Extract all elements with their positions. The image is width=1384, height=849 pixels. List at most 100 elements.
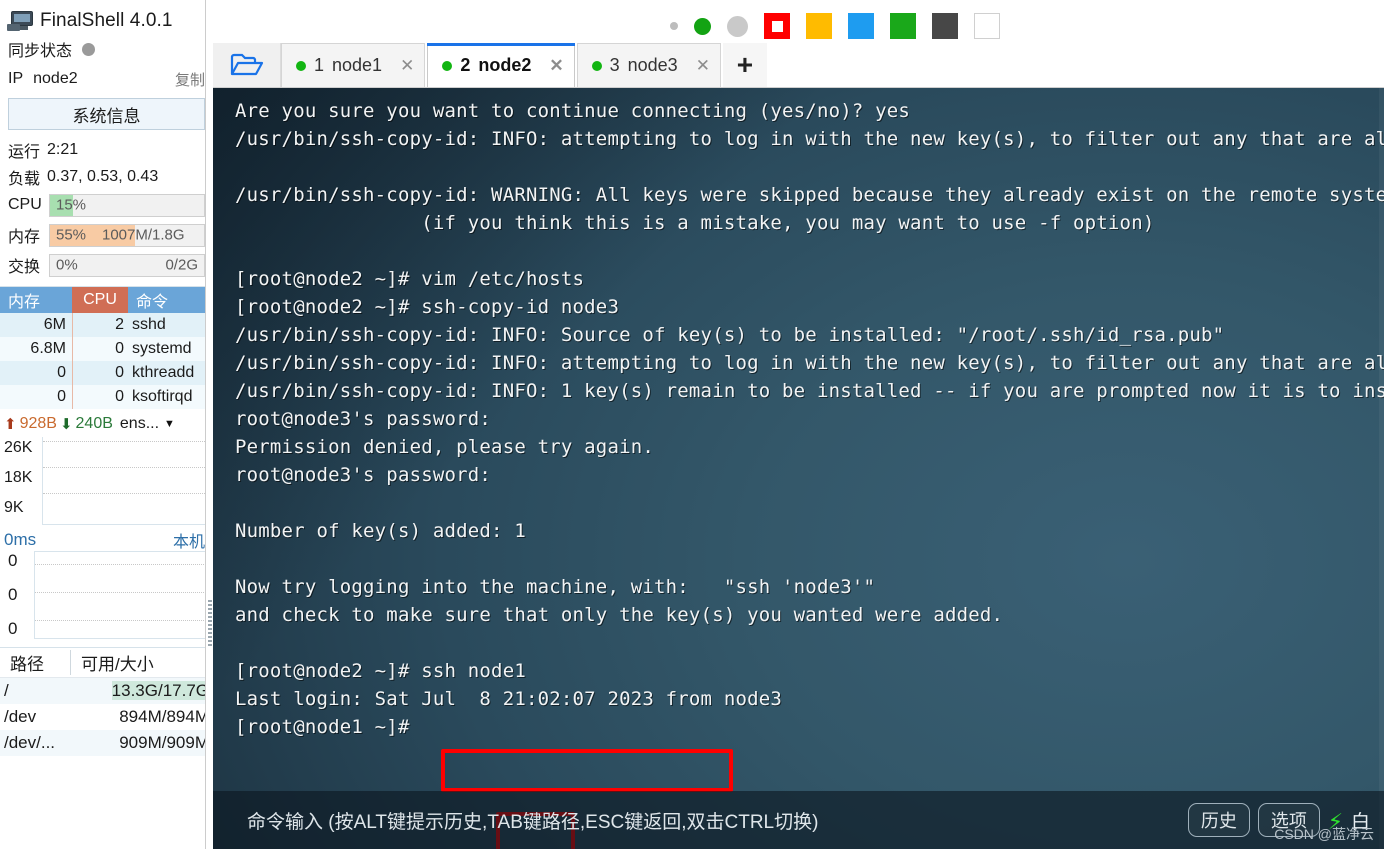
terminal-line: [root@node2 ~]# ssh node1 [235,660,526,682]
ip-value: node2 [33,70,78,87]
swatch-orange[interactable] [806,13,832,39]
monitor-icon [7,10,33,31]
close-icon[interactable]: ✕ [549,56,563,76]
swatch-red[interactable] [764,13,790,39]
swatch-blue[interactable] [848,13,874,39]
terminal-line: Last login: Sat Jul 8 21:02:07 2023 from… [235,688,783,710]
table-row[interactable]: 0 0 kthreadd [0,361,213,385]
swap-meter-detail: 0/2G [165,256,198,274]
history-button[interactable]: 历史 [1187,803,1250,837]
list-item[interactable]: / 13.3G/17.7G [0,678,213,704]
terminal-line: Number of key(s) added: 1 [235,520,526,542]
process-col-command[interactable]: 命令 [128,287,213,313]
tab-status-dot-icon [591,60,602,71]
swap-meter-row: 交换 0% 0/2G [0,250,213,280]
process-cpu: 2 [72,313,128,337]
list-item[interactable]: /dev/... 909M/909M [0,730,213,756]
tab-label: node3 [627,55,678,75]
terminal-line: /usr/bin/ssh-copy-id: WARNING: All keys … [235,184,1384,206]
command-input-bar[interactable]: 命令输入 (按ALT键提示历史,TAB键路径,ESC键返回,双击CTRL切换) … [213,791,1384,849]
ping-header: 0ms 本机 [0,525,213,551]
terminal-line: [root@node2 ~]# ssh-copy-id node3 [235,296,620,318]
chevron-down-icon[interactable]: ▼ [164,418,175,430]
ping-value: 0ms [4,530,37,549]
load-value: 0.37, 0.53, 0.43 [47,167,159,185]
memory-meter-detail: 1007M/1.8G [102,226,185,244]
network-bars [43,437,207,524]
process-command: systemd [132,340,192,357]
table-row[interactable]: 6.8M 0 systemd [0,337,213,361]
tab-number: 1 [314,55,325,75]
terminal-line: Permission denied, please try again. [235,436,655,458]
watermark: CSDN @蓝净云 [1274,826,1374,842]
process-cpu: 0 [72,361,128,385]
tab-label: node2 [478,55,532,75]
terminal-line: Are you sure you want to continue connec… [235,100,911,122]
terminal-panel[interactable]: Are you sure you want to continue connec… [213,88,1384,849]
folder-open-icon [230,52,264,78]
tab-node3[interactable]: 3 node3 ✕ [576,43,721,87]
table-row[interactable]: 6M 2 sshd [0,313,213,337]
connected-dot-icon[interactable] [694,17,711,35]
terminal-scrollbar[interactable] [1379,88,1384,849]
ping-y-label: 0 [8,551,18,570]
ip-label: IP [8,70,24,87]
cpu-meter-label: CPU [8,196,42,213]
terminal-line: /usr/bin/ssh-copy-id: INFO: 1 key(s) rem… [235,380,1384,402]
terminal-line: root@node3's password: [235,408,492,430]
disk-usage: 909M/909M [119,733,209,752]
list-item[interactable]: /dev 894M/894M [0,704,213,730]
command-input[interactable]: 命令输入 (按ALT键提示历史,TAB键路径,ESC键返回,双击CTRL切换) [247,807,818,834]
ping-y-label: 0 [8,585,18,604]
network-chart-y-axis: 26K 18K 9K [0,437,42,525]
swatch-dark[interactable] [932,13,958,39]
swatch-green[interactable] [890,13,916,39]
process-command: sshd [132,316,166,333]
system-info-button[interactable]: 系统信息 [8,98,205,130]
network-y-label: 26K [4,439,33,456]
process-command: ksoftirqd [132,388,193,405]
disk-table: 路径 可用/大小 / 13.3G/17.7G /dev 894M/894M /d… [0,647,213,756]
terminal-line: /usr/bin/ssh-copy-id: INFO: attempting t… [235,352,1384,374]
tab-node2[interactable]: 2 node2 ✕ [427,43,575,87]
new-tab-button[interactable]: + [722,43,767,87]
tab-label: node1 [332,55,383,75]
tab-status-dot-icon [442,60,453,71]
sync-status-row: 同步状态 [0,34,213,64]
cpu-meter-value: 15% [56,196,87,214]
network-header: ⬆ 928B ⬇ 240B ens... ▼ [0,409,213,437]
swap-meter: 0% 0/2G [49,253,205,277]
idle-dot-icon[interactable] [727,15,748,37]
process-memory: 0 [57,364,66,381]
ping-local-label: 本机 [172,534,205,551]
terminal-line: and check to make sure that only the key… [235,604,1004,626]
process-memory: 6.8M [30,340,66,357]
process-col-cpu[interactable]: CPU [72,287,128,313]
terminal-line: /usr/bin/ssh-copy-id: INFO: Source of ke… [235,324,1225,346]
copy-button[interactable]: 复制 [175,69,205,90]
close-icon[interactable]: ✕ [696,56,710,76]
load-label: 负载 [8,170,41,188]
splitter-grip-icon[interactable] [208,600,212,646]
cpu-meter-row: CPU 15% [0,190,213,220]
tab-node1[interactable]: 1 node1 ✕ [281,43,426,87]
small-dot-icon[interactable] [670,22,678,30]
table-row[interactable]: 0 0 ksoftirqd [0,385,213,409]
disk-col-usage[interactable]: 可用/大小 [70,650,213,675]
network-upload-value: 928B [19,415,57,432]
disk-usage: 13.3G/17.7G [70,681,213,701]
gray-status-dot-icon [82,42,96,56]
disk-usage: 894M/894M [119,707,209,726]
terminal-output[interactable]: Are you sure you want to continue connec… [213,88,1384,849]
swatch-white[interactable] [974,13,1000,39]
network-download-value: 240B [75,415,113,432]
ping-chart-y-axis: 0 0 0 [0,551,34,639]
sidebar-splitter[interactable] [205,0,213,849]
network-interface-select[interactable]: ens... [120,415,159,433]
process-col-memory[interactable]: 内存 [0,287,72,313]
disk-col-path[interactable]: 路径 [0,650,70,675]
open-folder-button[interactable] [213,43,281,87]
close-icon[interactable]: ✕ [400,56,414,76]
